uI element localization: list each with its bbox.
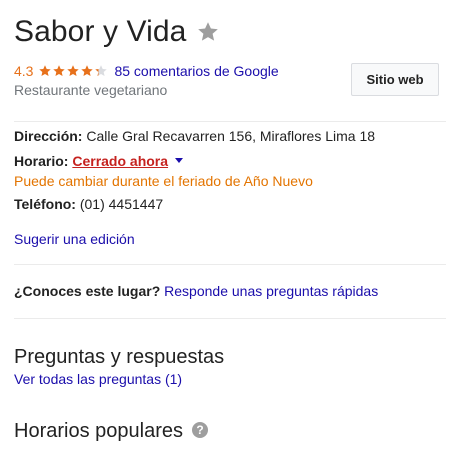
suggest-edit-link[interactable]: Sugerir una edición — [14, 231, 135, 247]
rating-stars — [38, 64, 108, 78]
address-row: Dirección: Calle Gral Recavarren 156, Mi… — [14, 128, 375, 144]
website-button[interactable]: Sitio web — [351, 63, 439, 96]
qa-link[interactable]: Ver todas las preguntas (1) — [14, 371, 182, 387]
phone-value[interactable]: (01) 4451447 — [80, 196, 163, 212]
know-place-link[interactable]: Responde unas preguntas rápidas — [164, 283, 378, 299]
place-category: Restaurante vegetariano — [14, 82, 168, 98]
hours-row: Horario: Cerrado ahora — [14, 153, 184, 169]
star-icon — [81, 65, 94, 77]
save-star-icon[interactable] — [196, 20, 220, 44]
reviews-link[interactable]: 85 comentarios de Google — [114, 63, 278, 79]
star-icon — [67, 65, 80, 77]
divider — [14, 318, 446, 319]
know-place-question: ¿Conoces este lugar? — [14, 283, 161, 299]
star-icon — [39, 65, 52, 77]
star-icon — [53, 65, 66, 77]
knowledge-panel: Sabor y Vida 4.3 85 comentarios de Googl… — [14, 0, 446, 470]
hours-status[interactable]: Cerrado ahora — [72, 153, 168, 169]
hours-note: Puede cambiar durante el feriado de Año … — [14, 173, 313, 189]
phone-label: Teléfono: — [14, 196, 76, 212]
phone-row: Teléfono: (01) 4451447 — [14, 196, 163, 212]
star-icon — [95, 65, 108, 77]
rating-value: 4.3 — [14, 63, 34, 79]
popular-times-heading: Horarios populares? — [14, 420, 208, 443]
know-place-row: ¿Conoces este lugar? Responde unas pregu… — [14, 283, 378, 299]
caret-down-icon[interactable] — [175, 157, 184, 163]
address-label: Dirección: — [14, 128, 83, 144]
place-title: Sabor y Vida — [14, 15, 187, 48]
qa-title: Preguntas y respuestas — [14, 346, 225, 368]
popular-times-title: Horarios populares — [14, 420, 183, 442]
divider — [14, 264, 446, 265]
title-row: Sabor y Vida — [14, 12, 220, 52]
address-value: Calle Gral Recavarren 156, Miraflores Li… — [86, 128, 376, 144]
help-icon[interactable]: ? — [191, 421, 208, 438]
divider — [14, 121, 446, 122]
hours-label: Horario: — [14, 153, 69, 169]
rating-row: 4.3 85 comentarios de Google — [14, 62, 279, 80]
